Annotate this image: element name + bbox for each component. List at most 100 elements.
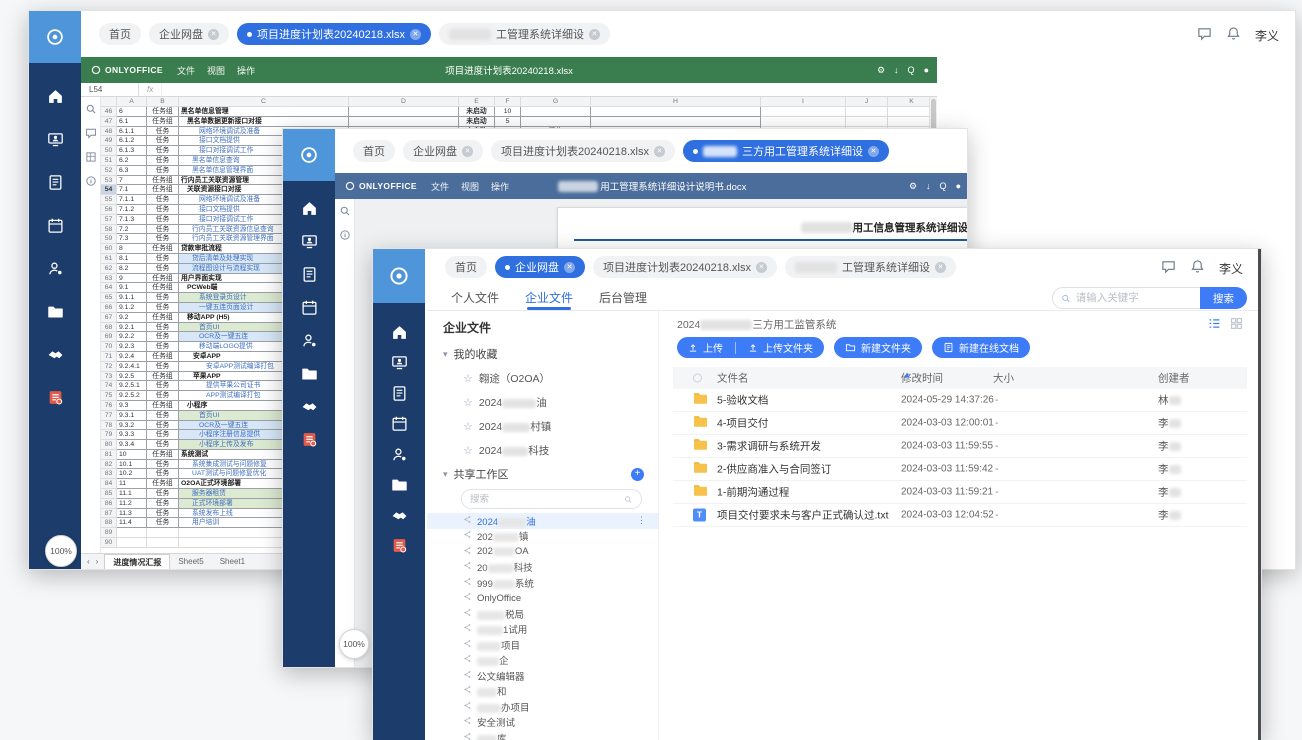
cell[interactable] bbox=[147, 538, 179, 548]
cell[interactable]: 9.2 bbox=[117, 313, 147, 323]
shared-item[interactable]: 和 bbox=[427, 684, 658, 700]
cell[interactable]: 11.3 bbox=[117, 509, 147, 519]
file-row[interactable]: T项目交付要求未与客户正式确认过.txt2024-03-03 12:04:52-… bbox=[673, 504, 1247, 527]
tab-工管理系统详细设[interactable]: 工管理系统详细设✕ bbox=[785, 256, 956, 278]
row-number[interactable]: 78 bbox=[101, 421, 117, 431]
column-header-I[interactable]: I bbox=[761, 97, 846, 107]
doc-alert-icon[interactable] bbox=[283, 426, 335, 452]
file-row[interactable]: 2-供应商准入与合同签订2024-03-03 11:59:42-李 bbox=[673, 458, 1247, 481]
cell[interactable]: 任务组 bbox=[147, 274, 179, 284]
cell[interactable]: 任务 bbox=[147, 136, 179, 146]
sheet-tab-Sheet5[interactable]: Sheet5 bbox=[170, 554, 211, 569]
sheet-prev-icon[interactable]: ‹ bbox=[87, 557, 90, 566]
row-number[interactable]: 72 bbox=[101, 362, 117, 372]
tab-三方用工管理系统详细设[interactable]: 三方用工管理系统详细设✕ bbox=[683, 140, 889, 162]
handshake-icon[interactable] bbox=[373, 502, 425, 528]
row-number[interactable]: 83 bbox=[101, 469, 117, 479]
cell[interactable] bbox=[591, 117, 761, 127]
download-icon[interactable]: ↓ bbox=[894, 65, 899, 76]
bell-icon[interactable] bbox=[1190, 259, 1205, 277]
cell[interactable]: 9.2.3 bbox=[117, 342, 147, 352]
shared-item[interactable]: 20科技 bbox=[427, 560, 658, 576]
row-number[interactable]: 63 bbox=[101, 274, 117, 284]
row-number[interactable]: 80 bbox=[101, 440, 117, 450]
row-number[interactable]: 86 bbox=[101, 499, 117, 509]
cell[interactable] bbox=[349, 107, 459, 117]
cell[interactable]: 9.2.4.1 bbox=[117, 362, 147, 372]
row-number[interactable]: 85 bbox=[101, 489, 117, 499]
cell[interactable]: 7.1.3 bbox=[117, 215, 147, 225]
column-header-B[interactable]: B bbox=[147, 97, 179, 107]
cell[interactable]: 9.2.4 bbox=[117, 352, 147, 362]
cell[interactable] bbox=[591, 107, 761, 117]
cell[interactable]: 6.1.1 bbox=[117, 127, 147, 137]
cell[interactable]: 任务 bbox=[147, 254, 179, 264]
calendar-icon[interactable] bbox=[283, 294, 335, 320]
cell[interactable] bbox=[521, 107, 591, 117]
user-gear-icon[interactable] bbox=[373, 441, 425, 467]
cell[interactable]: 任务组 bbox=[147, 352, 179, 362]
search-icon[interactable] bbox=[81, 97, 101, 121]
handshake-icon[interactable] bbox=[29, 341, 81, 367]
comment-icon[interactable] bbox=[81, 121, 101, 145]
row-number[interactable]: 69 bbox=[101, 332, 117, 342]
cell[interactable]: 9 bbox=[117, 274, 147, 284]
search-input[interactable] bbox=[1076, 292, 1192, 304]
cell[interactable]: 9.1.2 bbox=[117, 303, 147, 313]
tab-项目进度计划表20240218.xlsx[interactable]: 项目进度计划表20240218.xlsx✕ bbox=[491, 140, 675, 162]
sheet-tab-Sheet1[interactable]: Sheet1 bbox=[212, 554, 253, 569]
cell[interactable]: 任务 bbox=[147, 205, 179, 215]
cell[interactable]: 任务组 bbox=[147, 479, 179, 489]
grid-view-icon[interactable] bbox=[1230, 317, 1243, 330]
favorite-item[interactable]: ☆2024科技 bbox=[427, 438, 658, 462]
cell[interactable]: 9.3 bbox=[117, 401, 147, 411]
cell[interactable]: 11 bbox=[117, 479, 147, 489]
cell[interactable] bbox=[117, 528, 147, 538]
shared-item[interactable]: 税局 bbox=[427, 606, 658, 622]
cell[interactable]: 任务 bbox=[147, 293, 179, 303]
cell[interactable]: 8.1 bbox=[117, 254, 147, 264]
cell[interactable]: 任务 bbox=[147, 421, 179, 431]
cell[interactable]: 任务组 bbox=[147, 372, 179, 382]
gear-icon[interactable]: ⚙ bbox=[909, 181, 917, 192]
cell[interactable]: 任务 bbox=[147, 518, 179, 528]
row-number[interactable]: 67 bbox=[101, 313, 117, 323]
close-icon[interactable]: ✕ bbox=[410, 29, 421, 40]
layers-icon[interactable] bbox=[81, 145, 101, 169]
home-icon[interactable] bbox=[283, 195, 335, 221]
shared-item[interactable]: 202OA bbox=[427, 544, 658, 560]
cell[interactable]: 任务组 bbox=[147, 313, 179, 323]
cell[interactable]: 6.1 bbox=[117, 117, 147, 127]
cell[interactable]: 10.2 bbox=[117, 469, 147, 479]
section-favorites[interactable]: ▾ 我的收藏 bbox=[427, 342, 658, 366]
cell[interactable]: 7.3 bbox=[117, 234, 147, 244]
menu-view[interactable]: 视图 bbox=[461, 180, 479, 193]
cell[interactable]: 任务 bbox=[147, 234, 179, 244]
cell[interactable]: 6.2 bbox=[117, 156, 147, 166]
file-row[interactable]: 5-验收文档2024-05-29 14:37:26-林 bbox=[673, 389, 1247, 412]
tab-项目进度计划表20240218.xlsx[interactable]: 项目进度计划表20240218.xlsx✕ bbox=[593, 256, 777, 278]
cell[interactable]: 任务 bbox=[147, 440, 179, 450]
new-folder-button[interactable]: 新建文件夹 bbox=[834, 337, 922, 358]
cell[interactable]: 10 bbox=[495, 107, 521, 117]
row-number[interactable]: 64 bbox=[101, 283, 117, 293]
shared-item[interactable]: 企 bbox=[427, 653, 658, 669]
cell[interactable]: 9.3.2 bbox=[117, 421, 147, 431]
monitor-user-icon[interactable] bbox=[283, 228, 335, 254]
cell[interactable]: 9.3.1 bbox=[117, 411, 147, 421]
search-button[interactable]: 搜索 bbox=[1200, 287, 1247, 309]
cell[interactable]: 任务 bbox=[147, 127, 179, 137]
cell[interactable]: 任务组 bbox=[147, 185, 179, 195]
fx-icon[interactable]: fx bbox=[139, 83, 162, 96]
row-number[interactable]: 49 bbox=[101, 136, 117, 146]
close-icon[interactable]: ✕ bbox=[589, 29, 600, 40]
zoom-badge[interactable]: 100% bbox=[339, 629, 369, 659]
cell[interactable]: 6 bbox=[117, 107, 147, 117]
cell[interactable]: 6.1.2 bbox=[117, 136, 147, 146]
cell[interactable]: 9.2.2 bbox=[117, 332, 147, 342]
row-number[interactable]: 90 bbox=[101, 538, 117, 548]
cell[interactable]: 10 bbox=[117, 450, 147, 460]
row-number[interactable]: 55 bbox=[101, 195, 117, 205]
user-dot-icon[interactable]: ● bbox=[956, 181, 961, 192]
file-name[interactable]: 5-验收文档 bbox=[717, 393, 768, 408]
